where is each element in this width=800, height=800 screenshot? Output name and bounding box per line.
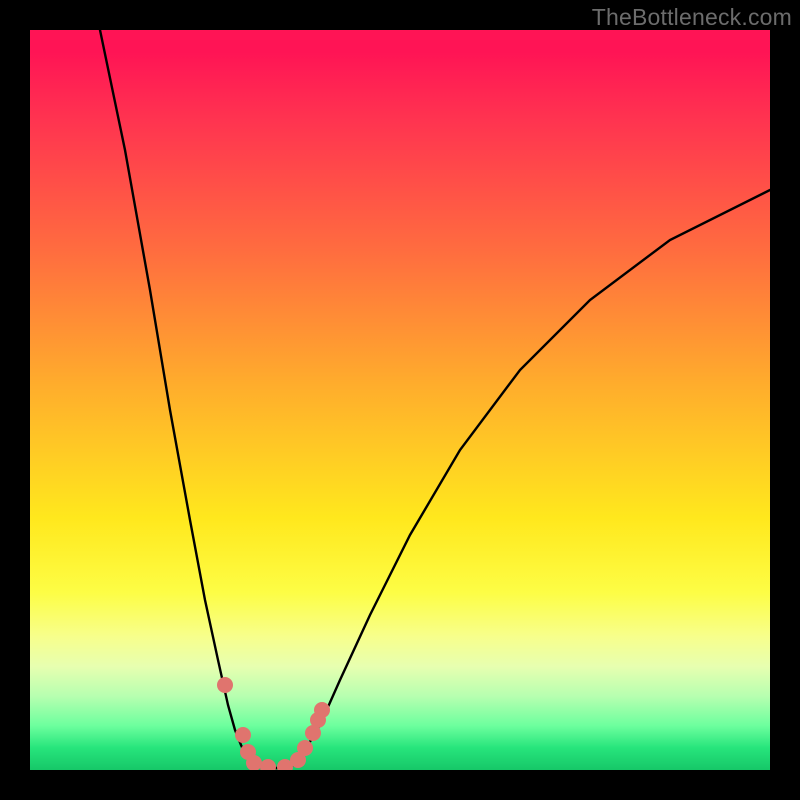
plot-area <box>30 30 770 770</box>
curve-dot <box>217 677 233 693</box>
curve-dot <box>260 759 276 770</box>
bottleneck-curve <box>30 30 770 770</box>
curve-dot <box>314 702 330 718</box>
chart-frame: TheBottleneck.com <box>0 0 800 800</box>
curve-dot <box>235 727 251 743</box>
curve-path <box>100 30 770 768</box>
watermark-text: TheBottleneck.com <box>592 4 792 31</box>
curve-dot <box>297 740 313 756</box>
